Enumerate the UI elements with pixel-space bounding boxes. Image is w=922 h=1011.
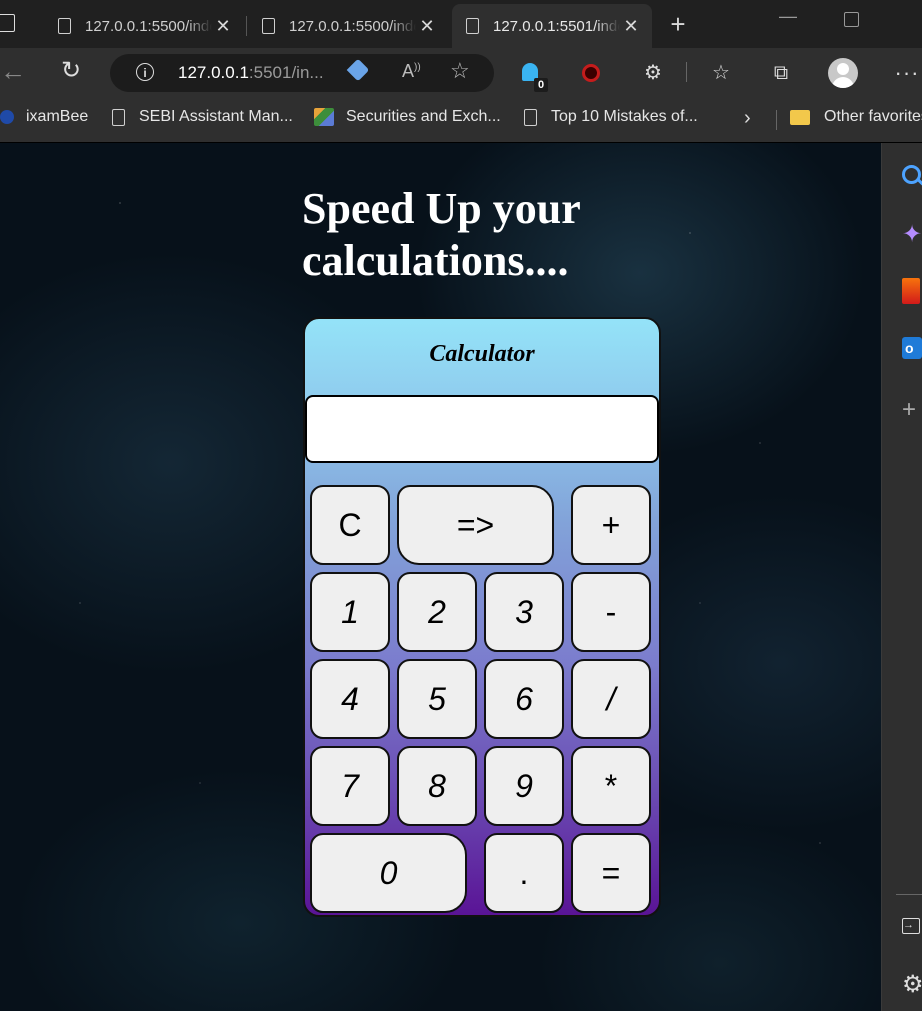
- minimize-icon[interactable]: —: [778, 6, 798, 27]
- decimal-point-button[interactable]: .: [484, 833, 564, 913]
- toolbar-separator: [686, 62, 687, 82]
- bookmark-separator: [776, 110, 777, 130]
- site-favicon-icon: [314, 108, 334, 126]
- bookmark-sebi[interactable]: SEBI Assistant Man...: [112, 108, 293, 126]
- bookmark-ixambee[interactable]: ixamBee: [0, 108, 89, 126]
- digit-8-button[interactable]: 8: [397, 746, 477, 826]
- add-icon[interactable]: +: [902, 398, 922, 423]
- bookmark-label: Top 10 Mistakes of...: [551, 108, 698, 125]
- digit-5-button[interactable]: 5: [397, 659, 477, 739]
- window-menu-icon[interactable]: [0, 14, 15, 32]
- minus-button[interactable]: -: [571, 572, 651, 652]
- bookmarks-bar: ixamBee SEBI Assistant Man... Securities…: [0, 98, 922, 142]
- digit-3-button[interactable]: 3: [484, 572, 564, 652]
- bookmark-top-10[interactable]: Top 10 Mistakes of...: [524, 108, 698, 126]
- digit-7-button[interactable]: 7: [310, 746, 390, 826]
- calculator-display[interactable]: [305, 395, 659, 463]
- digit-6-button[interactable]: 6: [484, 659, 564, 739]
- copilot-sparkle-icon[interactable]: ✦: [902, 223, 922, 247]
- sidebar-divider: [896, 894, 922, 895]
- close-tab-icon[interactable]: ✕: [212, 16, 234, 37]
- folder-icon: [790, 109, 810, 125]
- page-viewport: Speed Up your calculations.... Calculato…: [0, 143, 881, 1011]
- address-bar[interactable]: i 127.0.0.1:5501/in... A)) ☆: [110, 54, 494, 92]
- read-aloud-icon[interactable]: A)): [402, 61, 421, 82]
- bookmark-label: SEBI Assistant Man...: [139, 108, 293, 125]
- multiply-button[interactable]: *: [571, 746, 651, 826]
- url-text: 127.0.0.1:5501/in...: [178, 63, 324, 82]
- tab-bar: 127.0.0.1:5500/index.html ✕ 127.0.0.1:55…: [0, 0, 922, 48]
- edge-sidebar: ✦ o + → ⚙: [881, 143, 922, 1011]
- tab-title: 127.0.0.1:5501/index.html: [493, 17, 620, 35]
- maximize-icon[interactable]: [844, 12, 859, 27]
- calculator: Calculator C => + 1 2 3 - 4 5 6 / 7 8 9 …: [303, 317, 661, 917]
- new-tab-icon[interactable]: +: [664, 9, 692, 39]
- digit-4-button[interactable]: 4: [310, 659, 390, 739]
- hide-sidebar-icon[interactable]: →: [902, 918, 920, 934]
- clear-button[interactable]: C: [310, 485, 390, 565]
- record-extension-icon[interactable]: [582, 60, 604, 86]
- page-icon: [58, 18, 71, 34]
- site-info-icon[interactable]: i: [136, 63, 154, 81]
- bookmark-label: ixamBee: [26, 108, 89, 125]
- tab-title: 127.0.0.1:5500/index.html: [289, 17, 416, 35]
- close-tab-icon[interactable]: ✕: [620, 16, 642, 37]
- page-icon: [524, 108, 537, 126]
- tab-3-active[interactable]: 127.0.0.1:5501/index.html ✕: [452, 4, 652, 48]
- office-icon[interactable]: [902, 278, 920, 304]
- profile-avatar-icon[interactable]: [828, 58, 858, 88]
- search-icon[interactable]: [902, 165, 922, 189]
- close-tab-icon[interactable]: ✕: [416, 16, 438, 37]
- outlook-icon[interactable]: o: [902, 337, 922, 359]
- page-icon: [466, 18, 479, 34]
- favorites-icon[interactable]: ☆: [708, 60, 734, 86]
- reload-icon[interactable]: ↻: [58, 58, 84, 84]
- backspace-button[interactable]: =>: [397, 485, 554, 565]
- extension-badge: 0: [534, 78, 548, 92]
- tab-1[interactable]: 127.0.0.1:5500/index.html ✕: [44, 4, 244, 48]
- plus-button[interactable]: +: [571, 485, 651, 565]
- tab-2[interactable]: 127.0.0.1:5500/index.html ✕: [248, 4, 448, 48]
- back-arrow-icon[interactable]: ←: [0, 56, 26, 86]
- digit-0-button[interactable]: 0: [310, 833, 467, 913]
- more-menu-icon[interactable]: ···: [894, 60, 920, 86]
- site-favicon-icon: [0, 110, 14, 124]
- page-icon: [112, 108, 125, 126]
- page-heading: Speed Up your calculations....: [302, 184, 580, 285]
- bookmark-label: Other favorites: [824, 108, 922, 125]
- chevron-right-icon[interactable]: ›: [744, 107, 751, 130]
- settings-gear-icon[interactable]: ⚙: [902, 973, 922, 997]
- tab-separator: [246, 16, 247, 36]
- page-icon: [262, 18, 275, 34]
- tab-title: 127.0.0.1:5500/index.html: [85, 17, 212, 35]
- browser-toolbar: ← ↻ i 127.0.0.1:5501/in... A)) ☆ ⚙ ☆ ⧉ ·…: [0, 48, 922, 98]
- equals-button[interactable]: =: [571, 833, 651, 913]
- add-favorite-star-icon[interactable]: ☆: [450, 58, 470, 84]
- digit-9-button[interactable]: 9: [484, 746, 564, 826]
- digit-2-button[interactable]: 2: [397, 572, 477, 652]
- digit-1-button[interactable]: 1: [310, 572, 390, 652]
- collections-icon[interactable]: ⧉: [768, 60, 794, 86]
- tag-icon[interactable]: [346, 58, 370, 82]
- bookmark-label: Securities and Exch...: [346, 108, 501, 125]
- calculator-title: Calculator: [429, 341, 535, 367]
- bookmark-securities[interactable]: Securities and Exch...: [314, 108, 501, 126]
- divide-button[interactable]: /: [571, 659, 651, 739]
- bookmark-other-favorites[interactable]: Other favorites: [790, 108, 922, 126]
- extensions-puzzle-icon[interactable]: ⚙: [640, 60, 666, 86]
